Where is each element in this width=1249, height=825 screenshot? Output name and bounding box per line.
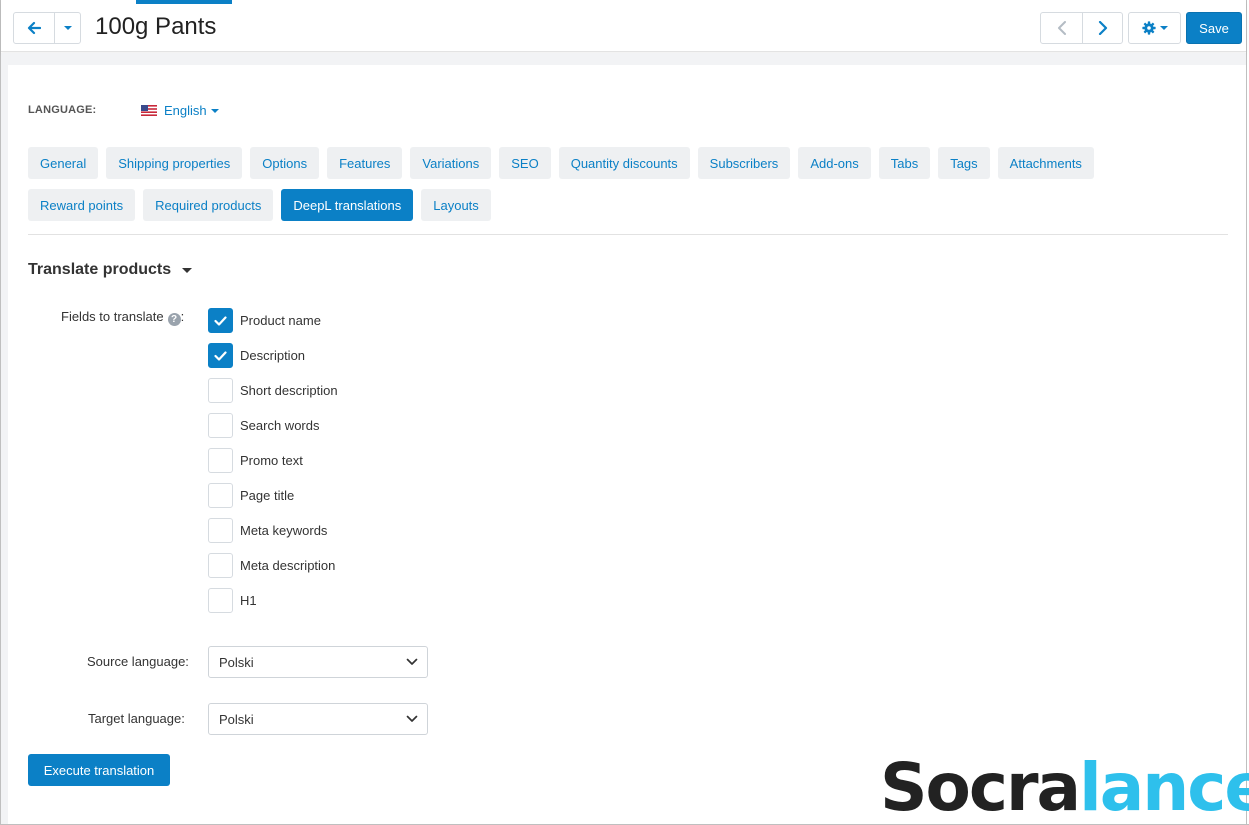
checkbox-label: Page title: [240, 488, 295, 503]
translate-products-toggle[interactable]: Translate products: [28, 261, 193, 279]
checkbox-search-words[interactable]: Search words: [208, 413, 319, 438]
tab-shipping-properties[interactable]: Shipping properties: [106, 147, 243, 179]
checkbox-label: Description: [240, 348, 306, 363]
checkbox[interactable]: [208, 483, 233, 508]
tab-quantity-discounts[interactable]: Quantity discounts: [558, 147, 690, 179]
checkbox[interactable]: [208, 588, 233, 613]
checkbox-label: Search words: [240, 418, 320, 433]
back-button-group: [13, 12, 81, 44]
checkbox-meta-description[interactable]: Meta description: [208, 553, 335, 578]
back-button[interactable]: [14, 13, 54, 43]
checkbox-page-title[interactable]: Page title: [208, 483, 294, 508]
source-language-select[interactable]: Polski: [208, 646, 428, 678]
gear-icon: [1141, 21, 1156, 35]
checkbox-meta-keywords[interactable]: Meta keywords: [208, 518, 327, 543]
tab-seo[interactable]: SEO: [499, 147, 551, 179]
section-title: Translate products: [28, 261, 172, 278]
tab-required-products[interactable]: Required products: [143, 189, 274, 221]
checkbox[interactable]: [208, 448, 233, 473]
language-selector[interactable]: English: [141, 103, 219, 118]
checkbox-label: H1: [240, 593, 257, 608]
chevron-down-icon: [406, 715, 418, 722]
checkbox[interactable]: [208, 308, 233, 333]
target-language-select[interactable]: Polski: [208, 703, 428, 735]
language-selected-label: English: [164, 103, 207, 118]
tab-tabs[interactable]: Tabs: [878, 147, 931, 179]
help-icon[interactable]: ?: [167, 313, 181, 326]
tab-features[interactable]: Features: [327, 147, 403, 179]
toolbar-accent-line: [136, 0, 232, 4]
execute-translation-button[interactable]: Execute translation: [28, 754, 170, 786]
checkbox-h1[interactable]: H1: [208, 588, 257, 613]
checkbox-promo-text[interactable]: Promo text: [208, 448, 303, 473]
tab-layouts[interactable]: Layouts: [421, 189, 491, 221]
chevron-right-icon: [1098, 21, 1107, 35]
window-border-right: [1246, 0, 1247, 825]
tab-tags[interactable]: Tags: [938, 147, 990, 179]
checkbox-label: Short description: [240, 383, 338, 398]
tabs-row-1: General Shipping properties Options Feat…: [28, 147, 1094, 179]
tab-subscribers[interactable]: Subscribers: [697, 147, 791, 179]
page-title: 100g Pants: [95, 13, 217, 40]
label-colon: :: [180, 309, 185, 324]
socralance-watermark: Socralance: [876, 749, 1249, 825]
settings-dropdown-button[interactable]: [1128, 12, 1181, 44]
tab-general[interactable]: General: [28, 147, 99, 179]
check-icon: [214, 350, 227, 361]
tab-add-ons[interactable]: Add-ons: [798, 147, 871, 179]
watermark-part-dark: Socra: [880, 749, 1081, 825]
us-flag-icon: [141, 105, 157, 116]
checkbox-label: Product name: [240, 313, 321, 328]
checkbox-description[interactable]: Description: [208, 343, 305, 368]
previous-product-button[interactable]: [1041, 13, 1082, 43]
fields-to-translate-label: Fields to translate?:: [61, 309, 184, 326]
checkbox-short-description[interactable]: Short description: [208, 378, 338, 403]
checkbox[interactable]: [208, 378, 233, 403]
target-language-label: Target language:: [88, 711, 185, 726]
checkbox[interactable]: [208, 553, 233, 578]
fields-to-translate-text: Fields to translate: [61, 309, 164, 324]
tab-options[interactable]: Options: [250, 147, 320, 179]
next-product-button[interactable]: [1082, 13, 1122, 43]
section-divider: [28, 234, 1228, 235]
target-language-value: Polski: [219, 711, 254, 727]
checkbox[interactable]: [208, 413, 233, 438]
tab-variations[interactable]: Variations: [410, 147, 492, 179]
checkbox[interactable]: [208, 518, 233, 543]
pager-button-group: [1040, 12, 1123, 44]
save-button[interactable]: Save: [1186, 12, 1242, 44]
source-language-label: Source language:: [87, 654, 189, 669]
settings-button[interactable]: [1129, 13, 1180, 43]
tab-deepl-translations[interactable]: DeepL translations: [281, 189, 414, 221]
check-icon: [214, 315, 227, 326]
arrow-left-icon: [27, 21, 41, 35]
checkbox-label: Meta description: [240, 558, 336, 573]
caret-down-icon: [210, 108, 219, 113]
language-label: LANGUAGE:: [28, 104, 97, 116]
checkbox-label: Promo text: [240, 453, 303, 468]
back-history-dropdown[interactable]: [54, 13, 80, 43]
watermark-part-blue: lance: [1079, 749, 1249, 825]
tabs-row-2: Reward points Required products DeepL tr…: [28, 189, 491, 221]
source-language-value: Polski: [219, 654, 254, 670]
caret-down-icon: [63, 26, 72, 30]
checkbox-label: Meta keywords: [240, 523, 328, 538]
checkbox[interactable]: [208, 343, 233, 368]
caret-down-icon: [182, 267, 193, 273]
chevron-left-icon: [1057, 21, 1066, 35]
checkbox-product-name[interactable]: Product name: [208, 308, 321, 333]
tab-reward-points[interactable]: Reward points: [28, 189, 136, 221]
chevron-down-icon: [406, 658, 418, 665]
tab-attachments[interactable]: Attachments: [997, 147, 1094, 179]
caret-down-icon: [1159, 26, 1168, 30]
